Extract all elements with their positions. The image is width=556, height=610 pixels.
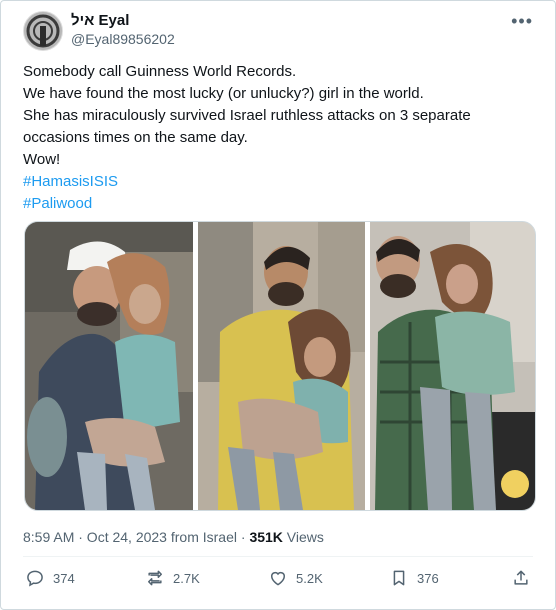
media-photo[interactable] xyxy=(198,222,365,510)
reply-count: 374 xyxy=(53,570,75,586)
tweet-card: איל Eyal @Eyal89856202 ••• Somebody call… xyxy=(0,0,556,610)
tweet-text-line: occasions times on the same day. xyxy=(23,129,248,146)
reply-button[interactable]: 374 xyxy=(25,568,75,588)
tweet-text-line: Somebody call Guinness World Records. xyxy=(23,63,297,80)
hashtag-link[interactable]: #HamasisISIS xyxy=(23,171,533,193)
repost-count: 2.7K xyxy=(173,570,200,586)
divider xyxy=(23,556,533,557)
media-photo[interactable] xyxy=(25,222,193,510)
bookmark-icon xyxy=(393,570,405,586)
tweet-media[interactable] xyxy=(24,221,536,511)
tweet-text-line: Wow! xyxy=(23,151,61,168)
like-button[interactable]: 5.2K xyxy=(268,568,323,588)
like-count: 5.2K xyxy=(296,570,323,586)
views-label: Views xyxy=(282,529,324,545)
timestamp[interactable]: 8:59 AM · Oct 24, 2023 from Israel · xyxy=(23,529,249,545)
media-photo[interactable] xyxy=(370,222,535,510)
repost-button[interactable]: 2.7K xyxy=(145,568,200,588)
author-handle[interactable]: @Eyal89856202 xyxy=(71,31,175,47)
like-icon xyxy=(271,571,285,586)
tweet-text-line: She has miraculously survived Israel rut… xyxy=(23,107,471,124)
tweet-text-line: We have found the most lucky (or unlucky… xyxy=(23,85,424,102)
repost-icon xyxy=(148,570,162,586)
more-icon[interactable]: ••• xyxy=(511,11,533,32)
avatar[interactable] xyxy=(23,11,63,51)
share-button[interactable] xyxy=(511,568,539,588)
tweet-meta: 8:59 AM · Oct 24, 2023 from Israel · 351… xyxy=(23,529,324,545)
share-icon xyxy=(514,570,528,585)
author-display-name[interactable]: איל Eyal xyxy=(71,12,129,29)
action-bar: 374 2.7K 5.2K 376 xyxy=(23,568,533,594)
hashtag-link[interactable]: #Paliwood xyxy=(23,193,533,215)
tweet-text: Somebody call Guinness World Records. We… xyxy=(23,61,533,215)
bookmark-count: 376 xyxy=(417,570,439,586)
reply-icon xyxy=(27,570,43,587)
views-count: 351K xyxy=(249,529,283,545)
bookmark-button[interactable]: 376 xyxy=(389,568,439,588)
